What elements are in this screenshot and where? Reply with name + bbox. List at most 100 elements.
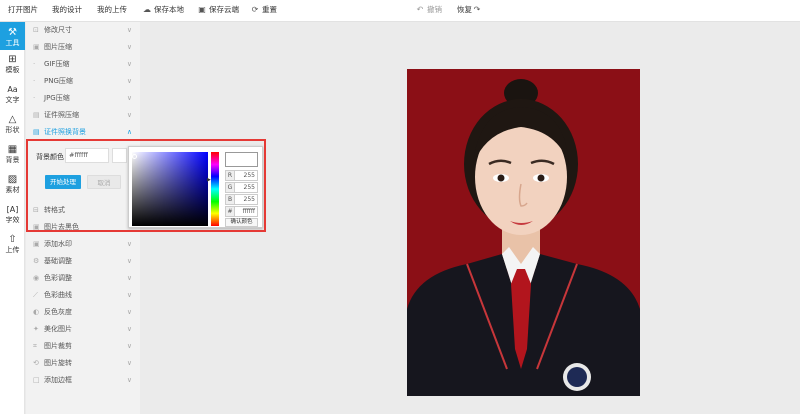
template-icon: ⊞ — [8, 54, 17, 65]
chevron-down-icon: ∨ — [126, 257, 132, 265]
save-cloud-button[interactable]: ▣ 保存云端 — [197, 0, 239, 22]
toolbox-icon: ⚒ — [8, 27, 17, 38]
panel-item[interactable]: □ 添加边框 ∨ — [26, 372, 140, 389]
saturation-value-area[interactable] — [132, 152, 208, 226]
panel-item-label: GIF压缩 — [44, 60, 70, 68]
top-toolbar: 打开图片 我的设计 我的上传 ☁ 保存本地 ▣ 保存云端 ⟳ 重置 ↶ 撤销 恢复 ↷ — [0, 0, 800, 22]
rail-item-shapes[interactable]: △ 形状 — [0, 114, 25, 135]
rail-item-effects[interactable]: [A] 字效 — [0, 204, 25, 225]
blue-value: 255 — [243, 196, 255, 203]
reset-button[interactable]: ⟳ 重置 — [250, 0, 277, 22]
my-uploads-button[interactable]: 我的上传 — [97, 0, 127, 22]
adjust-icon: ⚙ — [33, 257, 40, 265]
chevron-down-icon: ∨ — [126, 94, 132, 102]
id-photo-icon: ▤ — [33, 111, 40, 119]
invert-icon: ◐ — [33, 308, 40, 316]
confirm-color-button[interactable]: 确认颜色 — [225, 218, 258, 227]
curve-icon: ⟋ — [33, 291, 38, 299]
panel-item[interactable]: ▤ 证件照压缩 ∨ — [26, 107, 140, 124]
png-icon: · — [33, 77, 36, 85]
redo-icon: ↷ — [473, 5, 481, 14]
undo-button[interactable]: ↶ 撤销 — [415, 0, 442, 22]
blue-channel-input[interactable]: B 255 — [225, 194, 258, 205]
panel-item-id-background[interactable]: ▤ 证件照换背景 ∧ — [26, 124, 140, 141]
rail-item-materials[interactable]: ▨ 素材 — [0, 174, 25, 195]
panel-item[interactable]: · PNG压缩 ∨ — [26, 73, 140, 90]
id-background-icon: ▤ — [33, 128, 40, 136]
red-channel-input[interactable]: R 255 — [225, 170, 258, 181]
panel-item[interactable]: ▣ 添加水印 ∨ — [26, 236, 140, 253]
rail-item-tools[interactable]: ⚒ 工具 — [0, 22, 25, 50]
panel-item-label: 反色灰度 — [44, 308, 72, 316]
rail-item-templates[interactable]: ⊞ 模板 — [0, 54, 25, 75]
color-swatch[interactable] — [112, 148, 127, 163]
my-designs-button[interactable]: 我的设计 — [52, 0, 82, 22]
panel-item[interactable]: ▣ 图片压缩 ∨ — [26, 39, 140, 56]
panel-item[interactable]: · JPG压缩 ∨ — [26, 90, 140, 107]
panel-item[interactable]: ▣ 图片去黑色 — [26, 219, 140, 236]
upload-icon: ⇧ — [8, 234, 17, 245]
rail-background-label: 背景 — [5, 156, 20, 164]
rail-tools-label: 工具 — [5, 39, 20, 47]
panel-item-label: JPG压缩 — [44, 94, 70, 102]
text-icon: Aa — [7, 85, 18, 94]
panel-item[interactable]: ✦ 美化图片 ∨ — [26, 321, 140, 338]
hex-label: # — [226, 207, 235, 216]
bg-color-label: 背景颜色 — [36, 153, 64, 161]
redo-button[interactable]: 恢复 ↷ — [457, 0, 484, 22]
green-channel-input[interactable]: G 255 — [225, 182, 258, 193]
green-label: G — [226, 183, 235, 192]
panel-item-label: 图片裁剪 — [44, 342, 72, 350]
panel-item[interactable]: ⊟ 转格式 — [26, 202, 140, 219]
resize-icon: ⊡ — [33, 26, 39, 34]
panel-item-label: 基础调整 — [44, 257, 72, 265]
panel-item[interactable]: ◐ 反色灰度 ∨ — [26, 304, 140, 321]
chevron-down-icon: ∨ — [126, 26, 132, 34]
panel-item[interactable]: ⊡ 修改尺寸 ∨ — [26, 22, 140, 39]
chevron-down-icon: ∨ — [126, 308, 132, 316]
panel-item-label: 美化图片 — [44, 325, 72, 333]
open-image-button[interactable]: 打开图片 — [8, 0, 38, 22]
panel-item-label: PNG压缩 — [44, 77, 73, 85]
save-local-button[interactable]: ☁ 保存本地 — [142, 0, 184, 22]
rail-item-text[interactable]: Aa 文字 — [0, 84, 25, 105]
image-icon: ▨ — [7, 174, 18, 185]
panel-item-label: 图片旋转 — [44, 359, 72, 367]
id-photo[interactable] — [407, 69, 640, 396]
left-rail: ⚒ 工具 ⊞ 模板 Aa 文字 △ 形状 ▦ 背景 ▨ 素材 [A] 字效 ⇧ 上传 — [0, 22, 25, 414]
hue-slider[interactable] — [211, 152, 219, 226]
rail-item-background[interactable]: ▦ 背景 — [0, 144, 25, 165]
panel-item[interactable]: ⚙ 基础调整 ∨ — [26, 253, 140, 270]
panel-item-label: 图片去黑色 — [44, 223, 79, 231]
cancel-button[interactable]: 取消 — [87, 175, 121, 189]
chevron-down-icon: ∨ — [126, 325, 132, 333]
tools-panel: ⊡ 修改尺寸 ∨ ▣ 图片压缩 ∨ · GIF压缩 ∨ · PNG压缩 ∨ · JPG压缩 ∨ ▤ 证… — [26, 22, 140, 414]
panel-item[interactable]: ⌗ 图片裁剪 ∨ — [26, 338, 140, 355]
hex-channel-input[interactable]: # ffffff — [225, 206, 258, 217]
chevron-up-icon: ∧ — [126, 128, 132, 136]
reset-label: 重置 — [262, 5, 277, 14]
background-icon: ▦ — [7, 144, 18, 155]
my-designs-label: 我的设计 — [52, 5, 82, 14]
undo-label: 撤销 — [427, 5, 442, 14]
color-picker-popup: ▶ R 255 G 255 B 255 # ffffff 确认颜色 — [128, 146, 263, 228]
panel-item-label: 添加水印 — [44, 240, 72, 248]
chevron-down-icon: ∨ — [126, 376, 132, 384]
portrait-image — [407, 69, 640, 396]
rail-item-upload[interactable]: ⇧ 上传 — [0, 234, 25, 255]
start-process-button[interactable]: 开始处理 — [45, 175, 81, 189]
redo-label: 恢复 — [457, 5, 472, 14]
chevron-down-icon: ∨ — [126, 359, 132, 367]
green-value: 255 — [243, 184, 255, 191]
save-icon: ▣ — [198, 5, 206, 14]
bg-color-input[interactable]: #ffffff — [65, 148, 109, 163]
panel-item[interactable]: ◉ 色彩调整 ∨ — [26, 270, 140, 287]
color-cursor[interactable] — [132, 154, 137, 159]
rail-upload-label: 上传 — [5, 246, 20, 254]
rail-shapes-label: 形状 — [5, 126, 20, 134]
shapes-icon: △ — [8, 114, 17, 125]
panel-item[interactable]: · GIF压缩 ∨ — [26, 56, 140, 73]
panel-item[interactable]: ⟲ 图片旋转 ∨ — [26, 355, 140, 372]
panel-item[interactable]: ⟋ 色彩曲线 ∨ — [26, 287, 140, 304]
red-value: 255 — [243, 172, 255, 179]
